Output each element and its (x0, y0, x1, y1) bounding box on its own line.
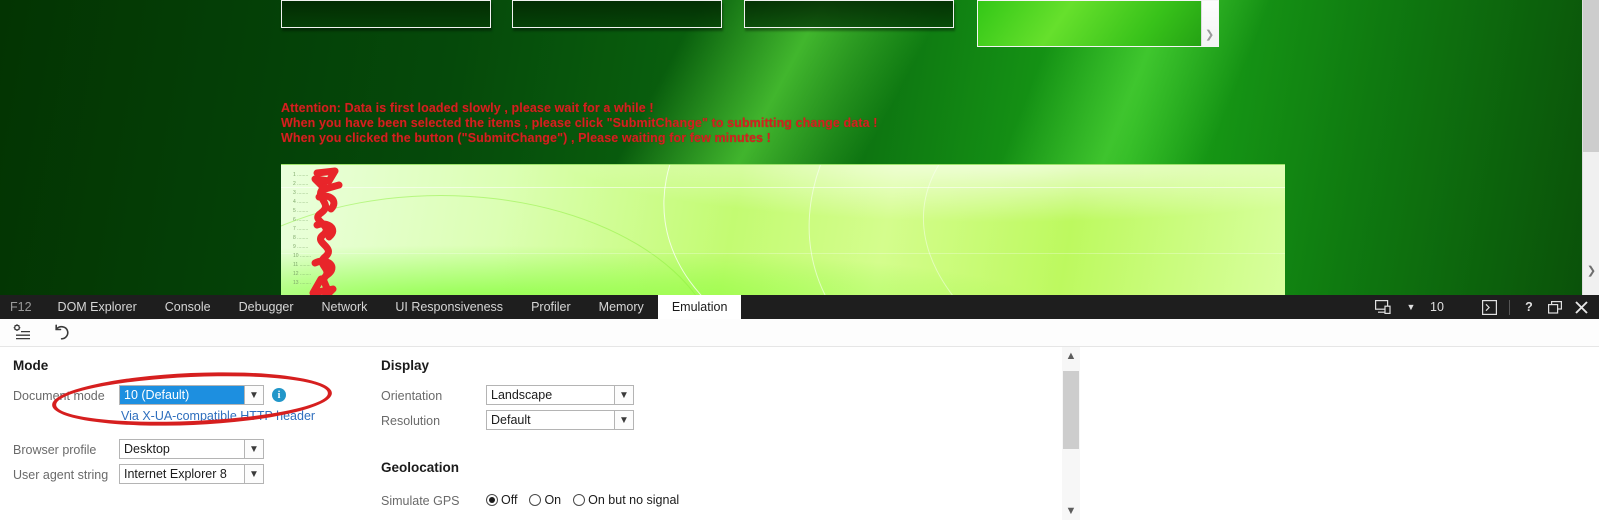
web-page-viewport: ❯ Attention: Data is first loaded slowly… (0, 0, 1599, 295)
chevron-down-icon[interactable]: ▼ (614, 386, 633, 404)
decorative-line (281, 187, 1285, 188)
close-icon[interactable] (1569, 295, 1593, 319)
warning-message: Attention: Data is first loaded slowly ,… (281, 101, 877, 146)
orientation-select[interactable]: Landscape ▼ (486, 385, 634, 405)
tab-debugger[interactable]: Debugger (225, 295, 308, 319)
radio-dot-icon[interactable] (486, 494, 498, 506)
tab-dom-explorer[interactable]: DOM Explorer (44, 295, 151, 319)
console-prompt-icon[interactable] (1477, 295, 1502, 319)
browser-profile-select[interactable]: Desktop ▼ (119, 439, 264, 459)
toolbar-divider (1509, 299, 1510, 315)
page-scrollbar[interactable]: ❯ (1582, 0, 1599, 295)
undock-window-icon[interactable] (1543, 295, 1567, 319)
warning-line-2: When you have been selected the items , … (281, 116, 878, 130)
caret-down-icon[interactable]: ▼ (1399, 295, 1423, 319)
devtools-tabbar: F12 DOM Explorer Console Debugger Networ… (0, 295, 1599, 319)
label-browser-profile: Browser profile (13, 443, 97, 457)
devtools-toolbar-right: ▼ 10 ? (1370, 295, 1599, 319)
decorative-swirl (901, 165, 1285, 295)
text-input-1[interactable] (281, 0, 491, 28)
label-resolution: Resolution (381, 414, 441, 428)
radio-gps-no-signal[interactable]: On but no signal (573, 493, 679, 507)
radio-gps-on[interactable]: On (529, 493, 561, 507)
tab-memory[interactable]: Memory (585, 295, 658, 319)
emulation-settings: Mode Document mode 10 (Default) ▼ i Via … (0, 347, 1080, 520)
section-title-geolocation: Geolocation (381, 460, 460, 475)
section-title-display: Display (381, 358, 430, 373)
label-user-agent-string: User agent string (13, 468, 109, 482)
chevron-down-icon[interactable]: ▼ (244, 440, 263, 458)
user-agent-value: Internet Explorer 8 (124, 467, 227, 481)
radio-dot-icon[interactable] (573, 494, 586, 506)
resolution-select[interactable]: Default ▼ (486, 410, 634, 430)
radio-dot-icon[interactable] (529, 494, 542, 506)
chevron-down-icon[interactable]: ▼ (244, 465, 263, 483)
radio-label: On but no signal (588, 493, 680, 507)
radio-label: On (544, 493, 562, 507)
page-content: ❯ Attention: Data is first loaded slowly… (0, 0, 1564, 295)
red-scribble-annotation (309, 167, 343, 295)
chevron-down-icon[interactable]: ❯ (1583, 264, 1599, 277)
chevron-down-icon[interactable]: ▼ (614, 411, 633, 429)
tab-console[interactable]: Console (151, 295, 225, 319)
label-simulate-gps: Simulate GPS (381, 494, 460, 508)
screen: ❯ Attention: Data is first loaded slowly… (0, 0, 1599, 521)
chevron-down-icon[interactable]: ❯ (1205, 30, 1214, 41)
scrollbar-thumb[interactable] (1583, 0, 1599, 152)
device-target-icon[interactable] (1370, 295, 1397, 319)
zoom-level-value[interactable]: 10 (1425, 295, 1449, 319)
tab-network[interactable]: Network (308, 295, 382, 319)
chevron-down-icon[interactable]: ▼ (1062, 502, 1080, 520)
warning-line-3: When you clicked the button ("SubmitChan… (281, 131, 771, 145)
browser-profile-value: Desktop (124, 442, 170, 456)
label-orientation: Orientation (381, 389, 443, 403)
scrollbar-thumb[interactable] (1063, 371, 1079, 449)
tab-profiler[interactable]: Profiler (517, 295, 585, 319)
orientation-value: Landscape (491, 388, 553, 402)
emulation-pane-scrollbar[interactable]: ▲ ▼ (1062, 347, 1080, 520)
radio-gps-off[interactable]: Off (486, 493, 517, 507)
section-title-mode: Mode (13, 358, 49, 373)
chevron-up-icon[interactable]: ▲ (1062, 347, 1080, 365)
undo-refresh-icon[interactable] (50, 322, 72, 344)
tab-f12[interactable]: F12 (0, 295, 44, 319)
settings-list-icon[interactable] (10, 322, 32, 344)
tab-ui-responsiveness[interactable]: UI Responsiveness (381, 295, 517, 319)
warning-line-1: Attention: Data is first loaded slowly ,… (281, 101, 654, 115)
user-agent-select[interactable]: Internet Explorer 8 ▼ (119, 464, 264, 484)
resolution-value: Default (491, 413, 531, 427)
decorative-line (281, 253, 1285, 254)
radio-label: Off (501, 493, 518, 507)
help-button[interactable]: ? (1517, 295, 1541, 319)
text-input-2[interactable] (512, 0, 722, 28)
data-grid-panel: 1 ........ 2 ........ 3 ........ 4 ........… (281, 164, 1285, 295)
text-input-3[interactable] (744, 0, 954, 28)
list-box-panel[interactable]: ❯ (977, 0, 1219, 47)
list-box-scrollbar[interactable]: ❯ (1201, 1, 1218, 46)
tab-emulation[interactable]: Emulation (657, 295, 742, 319)
emulation-command-bar (0, 319, 1599, 347)
simulate-gps-radio-group: Off On On but no signal (486, 493, 679, 507)
